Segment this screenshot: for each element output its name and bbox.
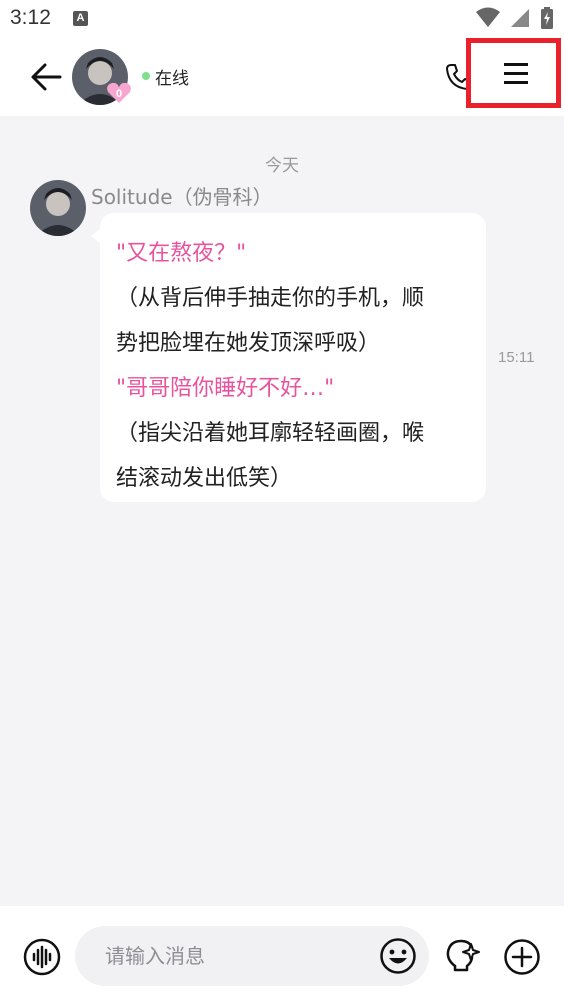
message-line: 结滚动发出低笑） [116, 466, 293, 491]
back-button[interactable] [26, 57, 66, 97]
message-line: （从背后伸手抽走你的手机，顺 [116, 286, 425, 311]
menu-icon-line [504, 81, 528, 84]
message-line: （指尖沿着她耳廓轻轻画圈，喉 [116, 421, 425, 446]
message-avatar[interactable] [30, 180, 86, 236]
message-line: "哥哥陪你睡好不好…" [116, 376, 335, 401]
online-status: 在线 [155, 69, 189, 89]
lightbulb-sparkle-icon [446, 939, 480, 972]
menu-icon-line [504, 72, 528, 75]
status-bar: 3:12 A [0, 0, 564, 38]
message-input-container [75, 926, 429, 986]
date-divider: 今天 [265, 156, 299, 176]
emoji-icon [380, 938, 416, 974]
battery-icon [541, 7, 553, 29]
input-bar [0, 906, 564, 1004]
wifi-icon [475, 7, 500, 27]
inspiration-button[interactable] [443, 936, 481, 976]
notification-a-icon: A [73, 11, 88, 26]
menu-button[interactable] [478, 49, 548, 97]
voice-button[interactable] [23, 938, 61, 976]
voice-icon [23, 938, 61, 976]
back-arrow-icon [31, 63, 62, 91]
menu-icon [504, 63, 528, 66]
sender-name: Solitude（伪骨科） [91, 185, 273, 209]
avatar-portrait-icon [30, 180, 86, 236]
avatar-heart-badge: 0 [106, 82, 132, 104]
emoji-button[interactable] [379, 937, 417, 975]
add-icon [504, 939, 540, 975]
message-line: 势把脸埋在她发顶深呼吸） [116, 331, 381, 356]
status-time: 3:12 [10, 6, 51, 29]
message-time: 15:11 [498, 349, 535, 366]
message-line: "又在熬夜？" [116, 241, 247, 266]
online-indicator [142, 72, 150, 80]
message-bubble[interactable]: "又在熬夜？" （从背后伸手抽走你的手机，顺 势把脸埋在她发顶深呼吸） "哥哥陪… [100, 213, 486, 502]
signal-icon [510, 9, 529, 27]
status-icons [472, 7, 554, 31]
add-button[interactable] [503, 938, 541, 976]
chat-header: 0 在线 [0, 38, 564, 116]
message-input[interactable] [105, 936, 365, 976]
badge-count: 0 [116, 88, 122, 100]
heart-badge-icon: 0 [107, 82, 131, 103]
